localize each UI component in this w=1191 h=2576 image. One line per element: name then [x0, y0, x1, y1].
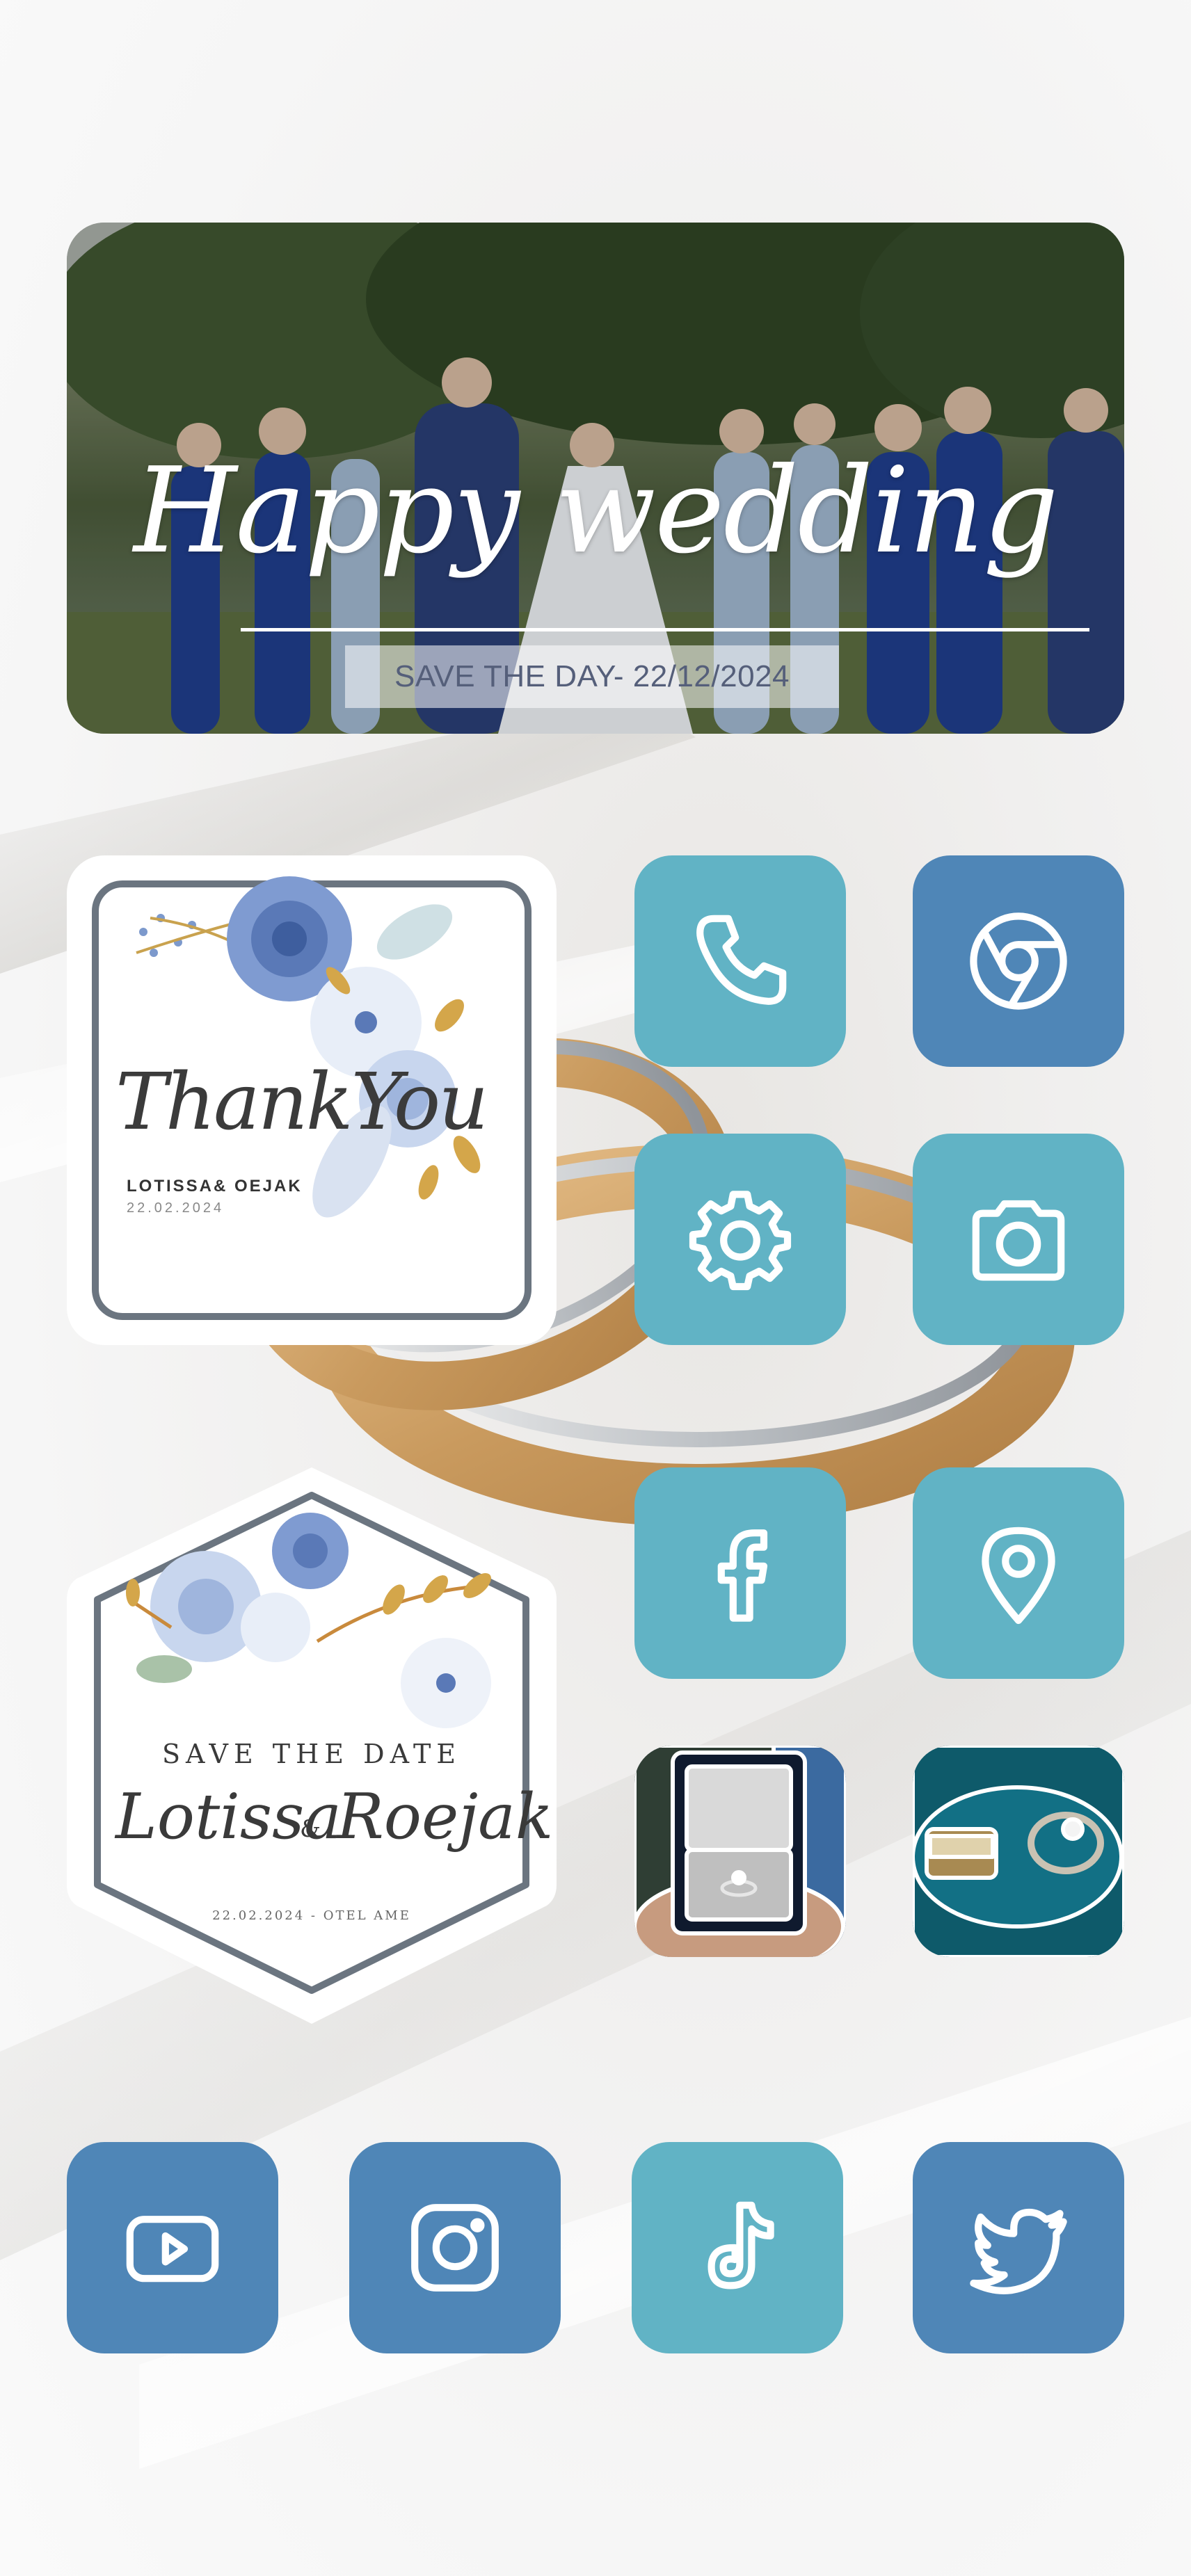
youtube-icon — [126, 2216, 219, 2283]
twitter-app[interactable] — [913, 2142, 1124, 2353]
youtube-app[interactable] — [67, 2142, 278, 2353]
camera-icon — [972, 1200, 1065, 1281]
chrome-icon — [970, 912, 1067, 1010]
facebook-app[interactable] — [634, 1467, 846, 1679]
phone-icon — [696, 915, 787, 1005]
facebook-icon — [717, 1529, 768, 1622]
ring-box-photo-widget[interactable] — [634, 1746, 846, 1957]
instagram-app[interactable] — [349, 2142, 561, 2353]
banner-title: Happy wedding — [134, 442, 1059, 580]
chrome-app[interactable] — [913, 855, 1124, 1067]
couple-names: LOTISSA& OEJAK — [127, 1177, 303, 1196]
thank-you-card-widget[interactable]: ThankYou LOTISSA& OEJAK 22.02.2024 — [67, 855, 557, 1345]
wedding-rings-photo-widget[interactable] — [913, 1746, 1124, 1957]
banner-underline — [241, 628, 1089, 631]
map-pin-icon — [982, 1527, 1055, 1625]
save-the-date-widget[interactable]: SAVE THE DATE Lotissa & Roejak 22.02.202… — [67, 1467, 557, 2024]
camera-app[interactable] — [913, 1134, 1124, 1345]
ampersand: & — [300, 1815, 321, 1843]
tiktok-icon — [708, 2201, 774, 2289]
engagement-ring-box-photo — [634, 1746, 846, 1957]
tiktok-app[interactable] — [632, 2142, 843, 2353]
groom-name: Roejak — [337, 1780, 554, 1853]
thank-you-script: ThankYou — [115, 1057, 488, 1148]
wedding-banner-widget[interactable]: Happy wedding SAVE THE DAY- 22/12/2024 — [67, 223, 1124, 734]
save-the-date-footer: 22.02.2024 - OTEL AME — [212, 1908, 411, 1923]
banner-date: SAVE THE DAY- 22/12/2024 — [345, 645, 839, 708]
twitter-icon — [970, 2208, 1067, 2294]
settings-app[interactable] — [634, 1134, 846, 1345]
wedding-rings-photo — [913, 1746, 1124, 1957]
phone-app[interactable] — [634, 855, 846, 1067]
save-the-date-title: SAVE THE DATE — [161, 1739, 462, 1769]
instagram-icon — [411, 2204, 499, 2292]
maps-app[interactable] — [913, 1467, 1124, 1679]
thank-you-date: 22.02.2024 — [127, 1200, 225, 1216]
gear-icon — [689, 1191, 792, 1291]
